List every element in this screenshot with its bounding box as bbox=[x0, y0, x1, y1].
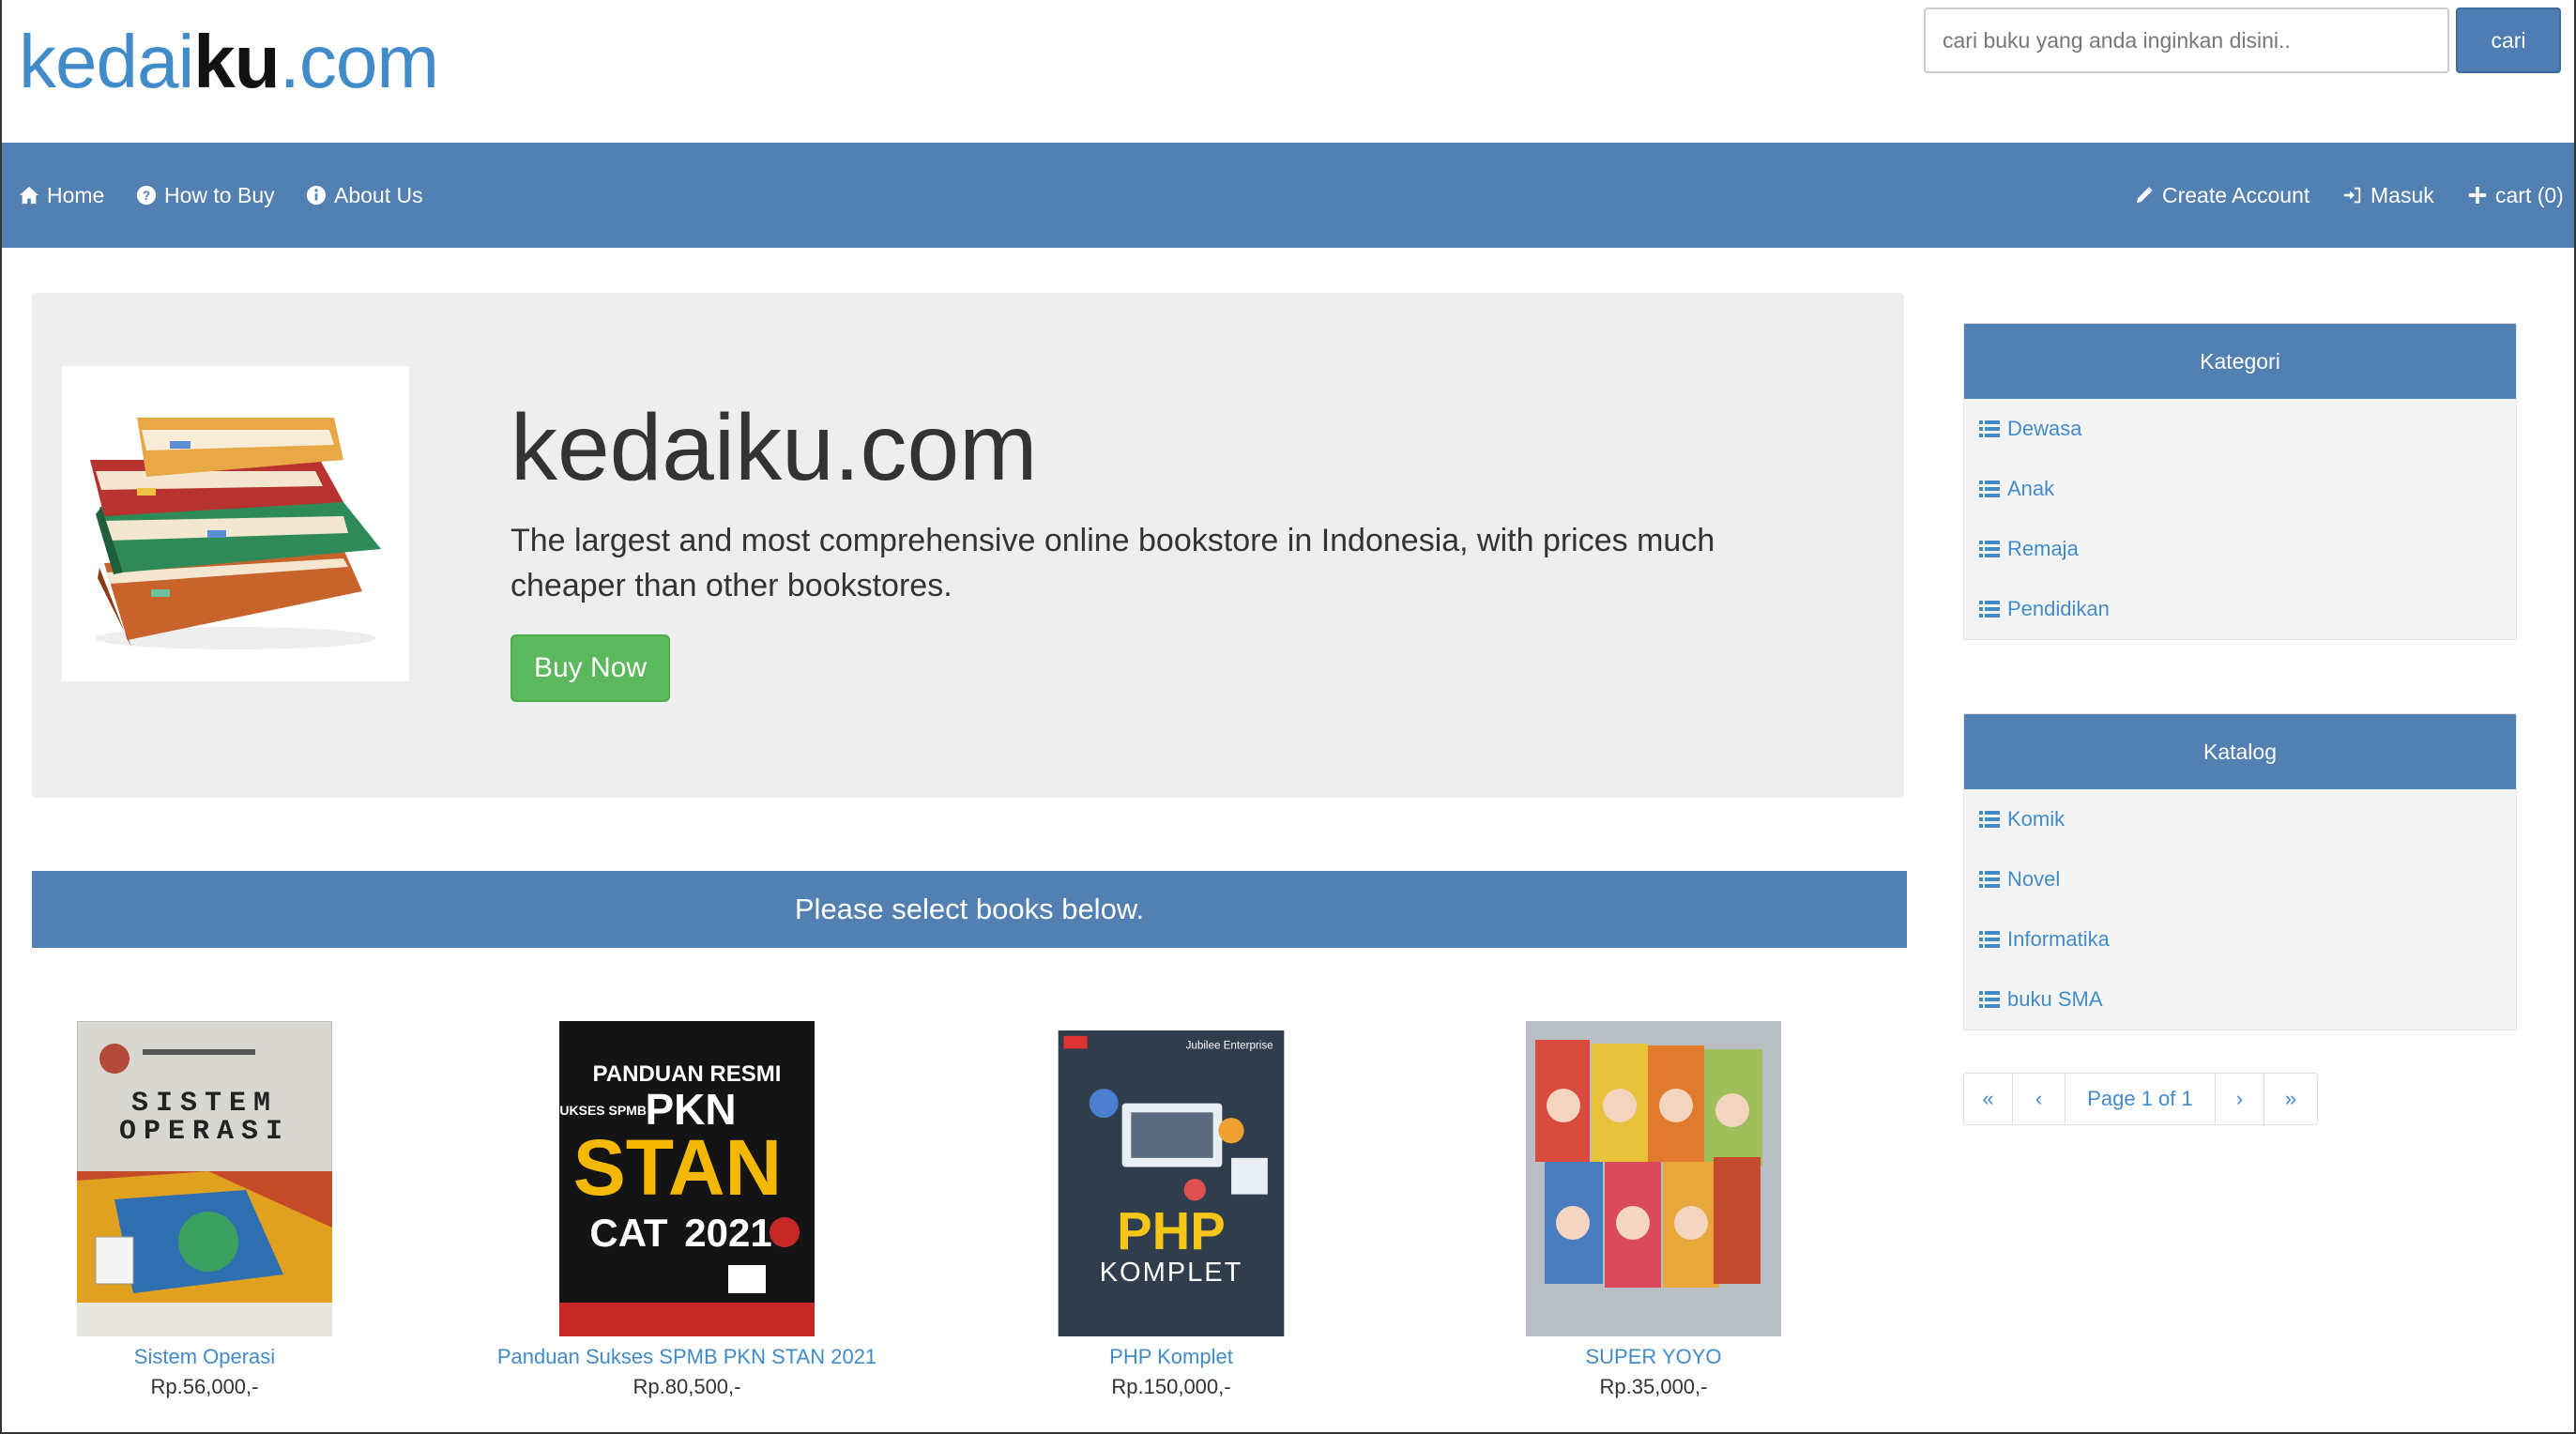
cover-text-5: CAT bbox=[589, 1211, 668, 1255]
nav-create-account[interactable]: Create Account bbox=[2134, 143, 2309, 248]
kategori-item-label: Dewasa bbox=[2007, 417, 2082, 440]
cover-text-1: Jubilee Enterprise bbox=[1186, 1039, 1273, 1051]
cover-text-1: PANDUAN RESMI bbox=[593, 1061, 782, 1087]
katalog-item-komik[interactable]: Komik bbox=[1964, 789, 2516, 849]
hero-title: kedaiku.com bbox=[511, 395, 1038, 500]
hero-jumbotron: kedaiku.com The largest and most compreh… bbox=[32, 293, 1904, 798]
pagination: « ‹ Page 1 of 1 › » bbox=[1963, 1073, 2318, 1125]
nav-about-us-label: About Us bbox=[334, 182, 423, 207]
nav-login[interactable]: Masuk bbox=[2342, 143, 2434, 248]
product-price: Rp.150,000,- bbox=[1111, 1375, 1231, 1398]
list-icon bbox=[1979, 541, 2000, 557]
main-navbar: Home ? How to Buy About Us Create Accoun… bbox=[2, 143, 2574, 248]
nav-cart[interactable]: cart (0) bbox=[2467, 143, 2564, 248]
search-button[interactable]: cari bbox=[2456, 8, 2561, 73]
product-title[interactable]: SUPER YOYO bbox=[1456, 1342, 1851, 1372]
logo-part-2: ku bbox=[193, 20, 280, 103]
product-card[interactable]: SUPER YOYO Rp.35,000,- bbox=[1456, 1021, 1851, 1402]
product-card[interactable]: PANDUAN RESMI SUKSES SPMB PKN STAN CAT 2… bbox=[490, 1021, 884, 1402]
product-title[interactable]: Sistem Operasi bbox=[8, 1342, 402, 1372]
logo-part-3: .com bbox=[279, 20, 439, 103]
nav-cart-label: cart (0) bbox=[2495, 182, 2564, 207]
pencil-icon bbox=[2136, 187, 2153, 204]
pagination-first[interactable]: « bbox=[1964, 1074, 2013, 1124]
list-icon bbox=[1979, 811, 2000, 828]
pagination-last[interactable]: » bbox=[2264, 1074, 2317, 1124]
pagination-next[interactable]: › bbox=[2216, 1074, 2264, 1124]
nav-home-label: Home bbox=[47, 182, 105, 207]
kategori-item-remaja[interactable]: Remaja bbox=[1964, 519, 2516, 579]
cover-text-2: PHP bbox=[1117, 1201, 1226, 1260]
book-cover-sistem-operasi[interactable]: SISTEM OPERASI bbox=[77, 1021, 332, 1336]
list-icon bbox=[1979, 871, 2000, 888]
site-logo[interactable]: kedaiku.com bbox=[19, 17, 439, 107]
katalog-item-label: Komik bbox=[2007, 807, 2065, 831]
cover-text-2: OPERASI bbox=[119, 1116, 290, 1148]
books-stack-illustration bbox=[62, 366, 409, 681]
list-icon bbox=[1979, 991, 2000, 1008]
katalog-item-label: Informatika bbox=[2007, 927, 2110, 951]
book-cover-php-komplet[interactable]: Jubilee Enterprise PHP KOMPLET bbox=[1055, 1030, 1288, 1336]
kategori-item-label: Pendidikan bbox=[2007, 597, 2110, 620]
list-icon bbox=[1979, 481, 2000, 497]
books-stack-icon bbox=[90, 418, 381, 649]
kategori-item-dewasa[interactable]: Dewasa bbox=[1964, 399, 2516, 459]
product-title[interactable]: PHP Komplet bbox=[974, 1342, 1368, 1372]
katalog-item-novel[interactable]: Novel bbox=[1964, 849, 2516, 909]
cover-text-6: 2021 bbox=[684, 1211, 771, 1255]
katalog-item-buku-sma[interactable]: buku SMA bbox=[1964, 969, 2516, 1030]
product-price: Rp.35,000,- bbox=[1599, 1375, 1708, 1398]
book-cover-super-yoyo[interactable] bbox=[1526, 1021, 1781, 1336]
nav-how-to-buy-label: How to Buy bbox=[164, 182, 275, 207]
katalog-item-label: Novel bbox=[2007, 867, 2061, 891]
nav-create-account-label: Create Account bbox=[2162, 182, 2310, 207]
logo-part-1: kedai bbox=[19, 20, 194, 103]
cover-text-1: SISTEM bbox=[131, 1088, 278, 1120]
select-books-banner: Please select books below. bbox=[32, 871, 1907, 948]
svg-text:?: ? bbox=[143, 189, 150, 203]
kategori-item-pendidikan[interactable]: Pendidikan bbox=[1964, 579, 2516, 639]
product-title[interactable]: Panduan Sukses SPMB PKN STAN 2021 bbox=[490, 1342, 884, 1372]
product-card[interactable]: SISTEM OPERASI Sistem Operasi Rp.56,000,… bbox=[8, 1021, 402, 1402]
kategori-heading: Kategori bbox=[1964, 324, 2516, 399]
buy-now-button[interactable]: Buy Now bbox=[511, 634, 670, 702]
pagination-prev[interactable]: ‹ bbox=[2013, 1074, 2065, 1124]
pagination-page-label: Page 1 of 1 bbox=[2065, 1074, 2216, 1124]
katalog-heading: Katalog bbox=[1964, 714, 2516, 789]
list-icon bbox=[1979, 420, 2000, 437]
site-header: kedaiku.com cari bbox=[2, 0, 2574, 143]
katalog-panel: Katalog Komik Novel Informatika buku SMA bbox=[1963, 713, 2517, 1030]
login-icon bbox=[2343, 187, 2361, 204]
nav-login-label: Masuk bbox=[2370, 182, 2434, 207]
kategori-item-label: Anak bbox=[2007, 477, 2055, 500]
product-price: Rp.56,000,- bbox=[150, 1375, 259, 1398]
product-price: Rp.80,500,- bbox=[633, 1375, 741, 1398]
product-card[interactable]: Jubilee Enterprise PHP KOMPLET PHP Kompl… bbox=[974, 1021, 1368, 1402]
nav-home[interactable]: Home bbox=[19, 143, 104, 248]
kategori-panel: Kategori Dewasa Anak Remaja Pendidikan bbox=[1963, 323, 2517, 640]
question-circle-icon: ? bbox=[136, 185, 157, 206]
plus-icon bbox=[2468, 186, 2487, 205]
cover-text-3: KOMPLET bbox=[1100, 1258, 1243, 1288]
nav-how-to-buy[interactable]: ? How to Buy bbox=[136, 143, 275, 248]
info-circle-icon bbox=[306, 185, 327, 206]
book-cover-spmb-pkn-stan[interactable]: PANDUAN RESMI SUKSES SPMB PKN STAN CAT 2… bbox=[559, 1021, 815, 1336]
katalog-item-informatika[interactable]: Informatika bbox=[1964, 909, 2516, 969]
kategori-item-anak[interactable]: Anak bbox=[1964, 459, 2516, 519]
hero-description: The largest and most comprehensive onlin… bbox=[511, 523, 1715, 603]
nav-about-us[interactable]: About Us bbox=[306, 143, 423, 248]
cover-text-2: SUKSES SPMB bbox=[559, 1103, 647, 1118]
katalog-item-label: buku SMA bbox=[2007, 987, 2103, 1011]
kategori-item-label: Remaja bbox=[2007, 537, 2079, 560]
search-input[interactable] bbox=[1924, 8, 2449, 73]
cover-text-4: STAN bbox=[573, 1123, 782, 1212]
list-icon bbox=[1979, 931, 2000, 948]
home-icon bbox=[19, 186, 39, 205]
list-icon bbox=[1979, 601, 2000, 618]
